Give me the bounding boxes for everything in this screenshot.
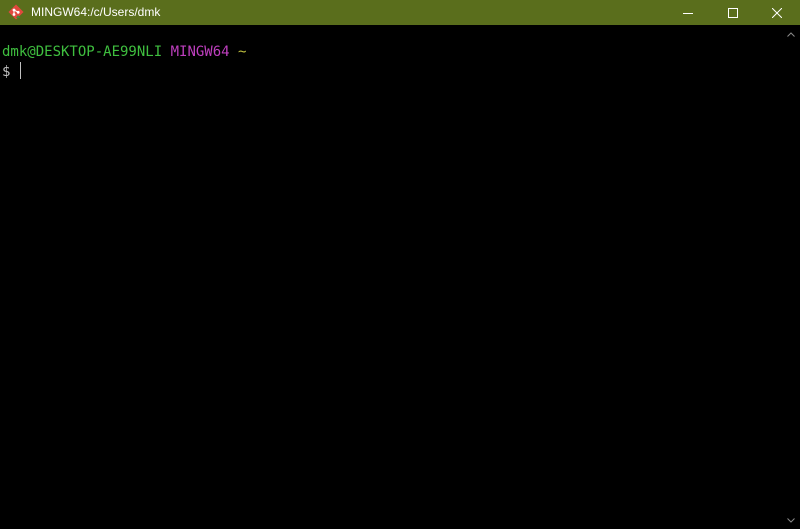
maximize-icon	[728, 7, 738, 18]
terminal-window: MINGW64:/c/Users/dmk dmk@DESKTOP-AE99NLI…	[0, 0, 800, 529]
command-input-line[interactable]: $	[2, 62, 21, 82]
minimize-icon	[683, 12, 693, 14]
minimize-button[interactable]	[665, 0, 711, 25]
title-bar[interactable]: MINGW64:/c/Users/dmk	[0, 0, 800, 25]
git-bash-icon	[8, 4, 24, 20]
prompt-symbol: $	[2, 64, 11, 80]
terminal-output[interactable]: dmk@DESKTOP-AE99NLI MINGW64 ~ $	[0, 25, 782, 529]
prompt-environment: MINGW64	[170, 44, 230, 60]
close-icon	[772, 7, 782, 18]
window-title: MINGW64:/c/Users/dmk	[31, 5, 161, 19]
maximize-button[interactable]	[710, 0, 756, 25]
prompt-line: dmk@DESKTOP-AE99NLI MINGW64 ~	[2, 43, 246, 62]
scroll-down-button[interactable]	[782, 511, 800, 529]
scroll-up-button[interactable]	[782, 25, 800, 43]
prompt-user-host: dmk@DESKTOP-AE99NLI	[2, 44, 163, 60]
chevron-up-icon	[787, 31, 795, 37]
prompt-cwd: ~	[238, 44, 247, 60]
chevron-down-icon	[787, 517, 795, 523]
text-cursor	[19, 62, 21, 79]
vertical-scrollbar[interactable]	[782, 25, 800, 529]
close-button[interactable]	[754, 0, 800, 25]
